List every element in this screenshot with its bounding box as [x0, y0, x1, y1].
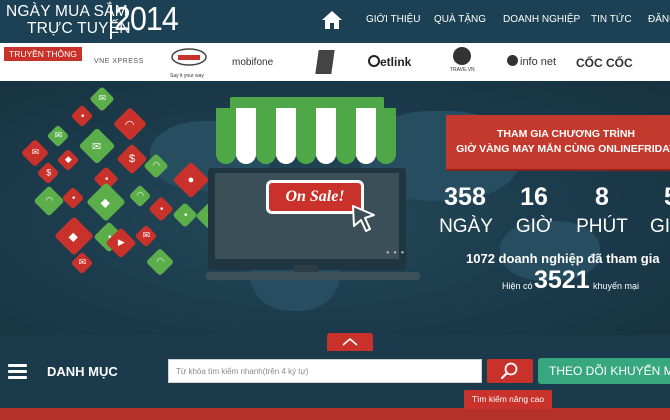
collapse-banner-toggle[interactable]: [327, 333, 373, 351]
play-icon: ▶: [117, 237, 125, 248]
mail-icon: ✉: [142, 230, 151, 241]
countdown-hours-value: 16: [520, 183, 548, 211]
travel-emblem-icon: [453, 47, 471, 65]
cart-icon: ▪: [105, 173, 109, 184]
viettel-emblem-icon: [171, 48, 207, 66]
wifi-icon: ◠: [136, 190, 145, 201]
hamburger-menu-icon[interactable]: [8, 364, 27, 380]
viettel-tagline: Say it your way: [170, 73, 204, 79]
logo-separator: [110, 5, 112, 39]
logo-year[interactable]: 2014: [114, 0, 179, 38]
offers-suffix: khuyến mại: [593, 281, 640, 291]
wifi-icon: ◠: [45, 195, 54, 206]
category-menu-label[interactable]: DANH MỤC: [47, 364, 118, 379]
cart-icon: ▪: [184, 209, 188, 220]
partner-logo-netlink[interactable]: etlink: [368, 55, 411, 69]
shop-awning: [216, 108, 396, 156]
nav-tin-tuc[interactable]: TIN TỨC: [591, 14, 632, 25]
wifi-icon: ◠: [124, 118, 135, 131]
countdown-seconds-value: 5: [640, 183, 670, 212]
wifi-icon: ◠: [152, 160, 161, 171]
mail-icon: ✉: [78, 257, 87, 268]
pointer-cursor-icon: [352, 205, 375, 232]
nav-gioi-thieu[interactable]: GIỚI THIỆU: [366, 14, 421, 25]
cart-icon: ▪: [81, 110, 85, 121]
travel-tagline: TRAVE.VN: [450, 67, 475, 73]
promo-line-1: THAM GIA CHƯƠNG TRÌNH: [496, 128, 636, 140]
countdown-minutes-value: 8: [595, 183, 609, 211]
chat-icon: ✉: [98, 93, 107, 104]
mail-icon: ✉: [54, 130, 63, 141]
countdown-days-value: 358: [444, 183, 486, 211]
countdown-hours-unit: GIỜ: [515, 216, 553, 237]
partner-logo-travel[interactable]: TRAVE.VN: [450, 47, 475, 73]
nav-qua-tang[interactable]: QUÀ TẶNG: [434, 14, 486, 25]
mail-icon: ✉: [31, 147, 40, 158]
netlink-globe-icon: [368, 55, 380, 67]
netlink-text: etlink: [380, 55, 412, 69]
cart-icon: ▪: [72, 192, 76, 203]
chat-icon: ◆: [100, 195, 110, 210]
promo-banner[interactable]: THAM GIA CHƯƠNG TRÌNH GIỜ VÀNG MAY MẮN C…: [446, 115, 670, 169]
promo-line-2: GIỜ VÀNG MAY MẮN CÙNG ONLINEFRIDAY: [456, 143, 670, 155]
cart-icon: ▪: [160, 203, 164, 214]
media-partners-strip: TRUYỀN THÔNG VNE XPRESS Say it your way …: [0, 43, 670, 81]
dollar-icon: $: [46, 167, 52, 178]
media-partners-label: TRUYỀN THÔNG: [4, 47, 82, 61]
search-icon: [500, 362, 518, 379]
partner-logo-viettel[interactable]: Say it your way: [170, 47, 208, 79]
cart-icon: ◆: [64, 154, 72, 165]
dollar-icon: $: [128, 153, 136, 165]
partner-logo-infonet[interactable]: info net: [507, 55, 556, 68]
home-icon[interactable]: [321, 10, 343, 30]
follow-promotions-button[interactable]: THEO DÕI KHUYẾN MẠI: [538, 358, 670, 384]
content-top-strip: [0, 408, 670, 420]
top-header: NGÀY MUA SẮM TRỰC TUYẾN 2014 GIỚI THIỆU …: [0, 0, 670, 43]
wifi-icon: ◠: [156, 256, 165, 267]
offers-count: 3521: [534, 266, 590, 294]
infonet-globe-icon: [507, 55, 518, 66]
offers-prefix: Hiện có: [502, 281, 533, 291]
infonet-text: info net: [520, 56, 557, 68]
chevron-up-icon: [342, 337, 358, 346]
countdown-minutes-unit: PHÚT: [576, 216, 628, 237]
people-icon: ●: [187, 174, 195, 186]
awning-scallops: [216, 150, 396, 164]
monitor-indicator-dots: ● ● ●: [386, 250, 406, 256]
mail-icon: ✉: [92, 140, 102, 153]
partner-logo-vng[interactable]: [315, 50, 335, 74]
countdown-days-unit: NGÀY: [439, 216, 493, 237]
chat-icon: ◆: [68, 229, 78, 244]
search-button[interactable]: [487, 359, 533, 383]
partner-logo-coccoc[interactable]: CỐC CỐC: [576, 56, 633, 70]
countdown-seconds-unit: GIÂ: [650, 216, 670, 237]
page: NGÀY MUA SẮM TRỰC TUYẾN 2014 GIỚI THIỆU …: [0, 0, 670, 420]
nav-doanh-nghiep[interactable]: DOANH NGHIỆP: [503, 14, 580, 25]
partner-logo-vnexpress[interactable]: VNE XPRESS: [94, 58, 144, 65]
advanced-search-button[interactable]: Tìm kiếm nâng cao: [464, 390, 552, 409]
nav-dang[interactable]: ĐĂNG: [648, 14, 670, 25]
partner-logo-mobifone[interactable]: mobifone: [232, 57, 273, 68]
monitor-base: [206, 272, 420, 280]
search-input[interactable]: [168, 359, 482, 383]
joined-businesses-text: 1072 doanh nghiệp đã tham gia: [466, 251, 660, 266]
